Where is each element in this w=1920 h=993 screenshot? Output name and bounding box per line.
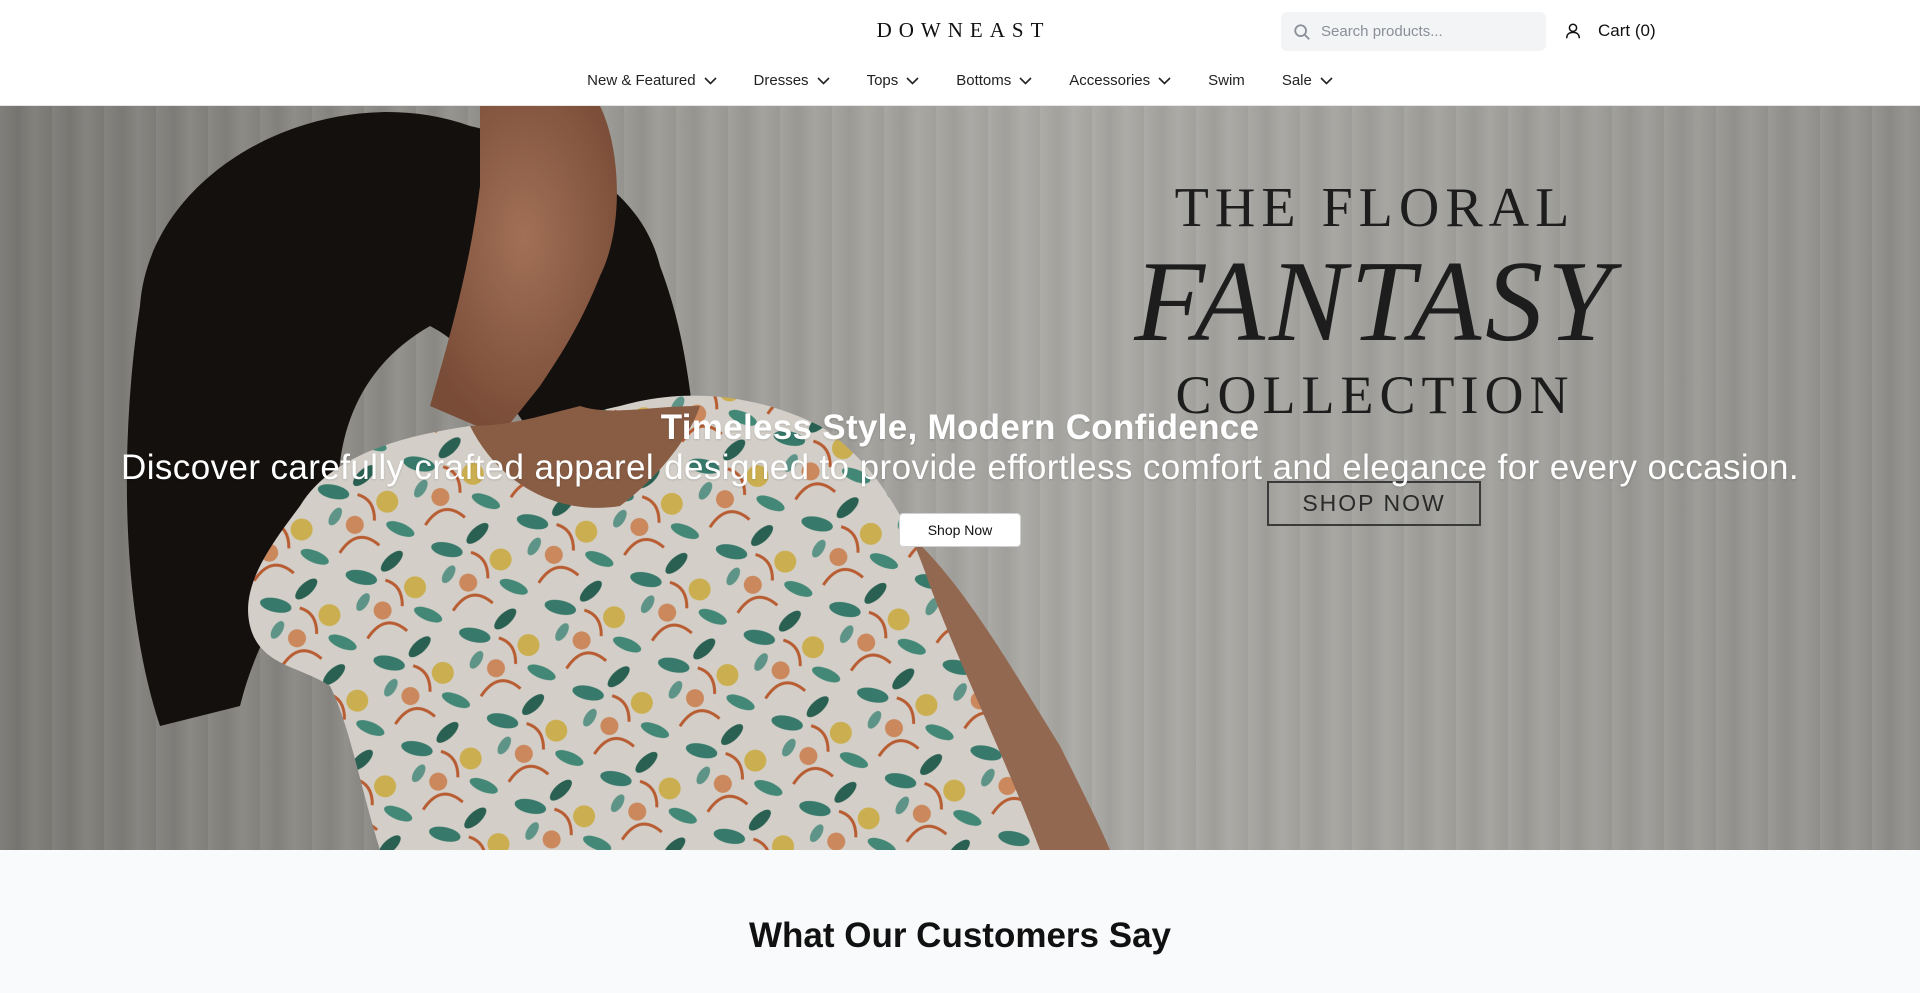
nav-item-tops[interactable]: Tops — [867, 72, 920, 89]
hero-title: Timeless Style, Modern Confidence — [660, 408, 1260, 447]
search-input[interactable] — [1321, 23, 1521, 40]
nav-item-label: Dresses — [753, 72, 809, 89]
site-header: DOWNEAST Cart (0) New & Featured Dresses… — [0, 0, 1920, 106]
nav-item-label: New & Featured — [587, 72, 696, 89]
testimonials-heading: What Our Customers Say — [748, 916, 1172, 955]
nav-item-swim[interactable]: Swim — [1208, 72, 1245, 89]
nav-item-label: Bottoms — [956, 72, 1012, 89]
search-icon — [1294, 23, 1310, 40]
chevron-down-icon — [1320, 76, 1333, 85]
nav-item-label: Swim — [1208, 72, 1245, 89]
promo-graphic: THE FLORAL FANTASY COLLECTION — [1090, 178, 1660, 424]
account-button[interactable] — [1562, 20, 1584, 42]
user-icon — [1565, 23, 1581, 39]
cart-link[interactable]: Cart (0) — [1598, 21, 1656, 41]
nav-item-label: Accessories — [1069, 72, 1151, 89]
nav-item-new-featured[interactable]: New & Featured — [587, 72, 717, 89]
hero-banner: THE FLORAL FANTASY COLLECTION SHOP NOW T… — [0, 106, 1920, 850]
nav-item-bottoms[interactable]: Bottoms — [956, 72, 1032, 89]
nav-item-sale[interactable]: Sale — [1282, 72, 1333, 89]
brand-logo-text[interactable]: DOWNEAST — [870, 18, 1051, 42]
nav-item-accessories[interactable]: Accessories — [1069, 72, 1171, 89]
chevron-down-icon — [703, 76, 717, 85]
main-nav: New & Featured Dresses Tops Bottoms Acce… — [0, 72, 1920, 89]
promo-line-2: FANTASY — [1134, 238, 1616, 366]
testimonials-section: What Our Customers Say — [0, 850, 1920, 993]
search-box[interactable] — [1281, 12, 1546, 51]
shop-now-button[interactable]: Shop Now — [899, 513, 1021, 547]
nav-item-label: Tops — [866, 72, 899, 89]
chevron-down-icon — [816, 76, 830, 85]
chevron-down-icon — [1158, 76, 1171, 85]
chevron-down-icon — [1019, 76, 1032, 85]
nav-item-dresses[interactable]: Dresses — [754, 72, 830, 89]
nav-item-label: Sale — [1281, 72, 1312, 89]
hero-subtitle: Discover carefully crafted apparel desig… — [121, 448, 1799, 487]
promo-line-1: THE FLORAL — [1174, 177, 1576, 239]
chevron-down-icon — [906, 76, 919, 85]
